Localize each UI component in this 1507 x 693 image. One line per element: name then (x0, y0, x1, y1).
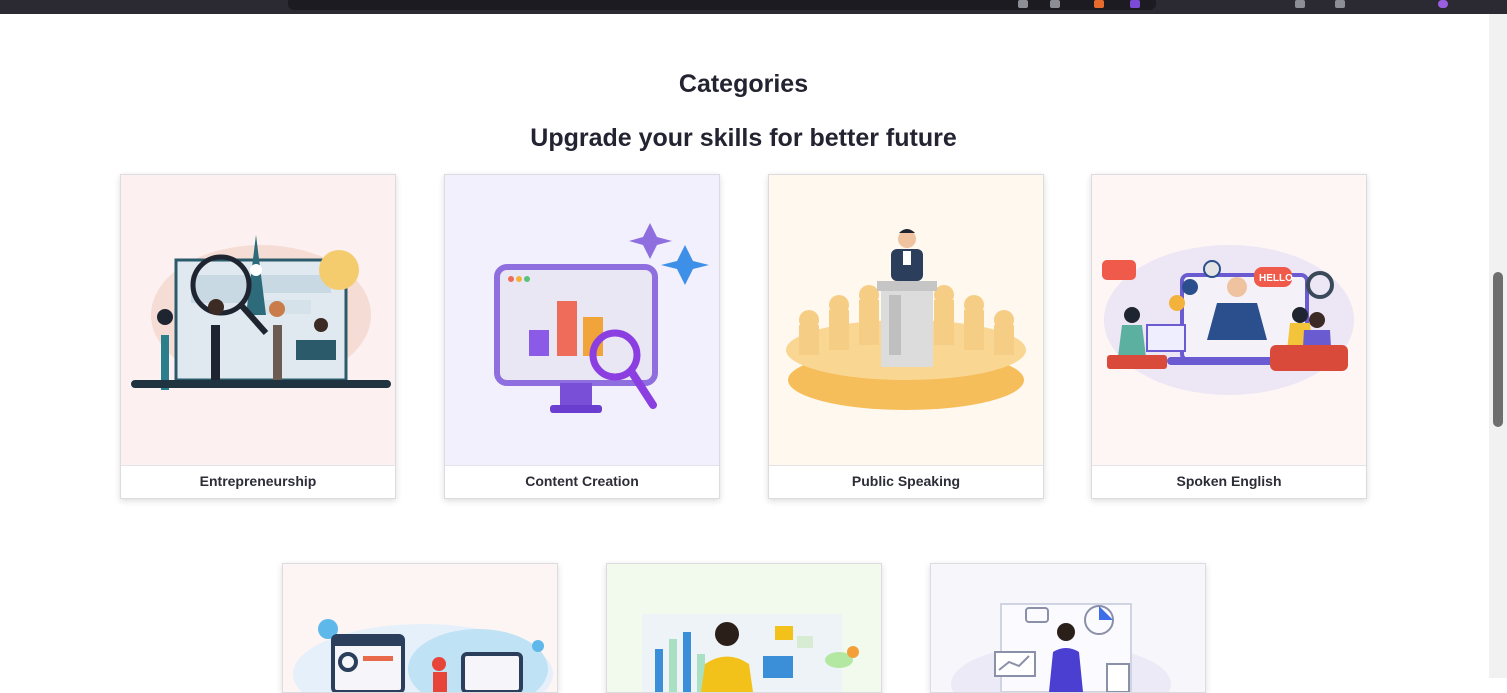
category-label: Public Speaking (769, 465, 1043, 498)
category-card[interactable] (282, 563, 558, 693)
category-card-entrepreneurship[interactable]: Entrepreneurship (120, 174, 396, 499)
category-illustration (283, 564, 557, 692)
category-illustration (931, 564, 1205, 692)
category-label: Spoken English (1092, 465, 1366, 498)
category-card-spoken-english[interactable]: HELLO Spoken English (1091, 174, 1367, 499)
category-illustration (607, 564, 881, 692)
category-card-content-creation[interactable]: Content Creation (444, 174, 720, 499)
extension-icon[interactable] (1050, 0, 1060, 8)
category-card[interactable] (606, 563, 882, 693)
entrepreneurship-illustration (121, 175, 395, 467)
extension-icon[interactable] (1295, 0, 1305, 8)
spoken-english-illustration: HELLO (1092, 175, 1366, 467)
public-speaking-illustration (769, 175, 1043, 467)
extension-icon[interactable] (1018, 0, 1028, 8)
profile-avatar[interactable] (1438, 0, 1448, 8)
category-label: Entrepreneurship (121, 465, 395, 498)
section-title: Categories (678, 69, 809, 98)
browser-toolbar (0, 0, 1507, 14)
category-card-public-speaking[interactable]: Public Speaking (768, 174, 1044, 499)
extension-icon[interactable] (1130, 0, 1140, 8)
extension-icon[interactable] (1335, 0, 1345, 8)
brave-shield-icon[interactable] (1094, 0, 1104, 8)
section-subtitle: Upgrade your skills for better future (530, 123, 957, 152)
category-card[interactable] (930, 563, 1206, 693)
page-scrollbar[interactable] (1489, 14, 1507, 678)
scrollbar-thumb[interactable] (1493, 272, 1503, 427)
hello-bubble-text: HELLO (1259, 273, 1293, 284)
category-label: Content Creation (445, 465, 719, 498)
content-creation-illustration (445, 175, 719, 467)
